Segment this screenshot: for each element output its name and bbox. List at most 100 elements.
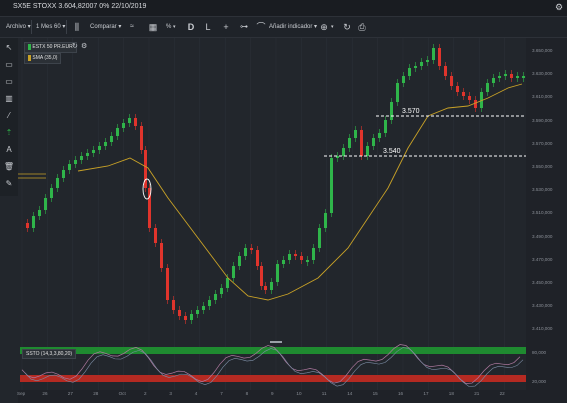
gear-icon[interactable]: ⚙ <box>555 2 563 13</box>
rectangle-icon[interactable]: ▭ <box>3 59 15 70</box>
crosshair-small-icon[interactable]: ≈ <box>125 20 139 34</box>
candle-body <box>44 198 47 210</box>
time-axis-label: 4 <box>194 391 198 396</box>
candle-body <box>184 316 187 320</box>
title-bar: SX5E STOXX 3.604,82007 0% 22/10/2019 ⚙ <box>0 0 567 17</box>
columns-icon[interactable]: ▥ <box>3 93 15 104</box>
time-axis-label: 18 <box>448 391 454 396</box>
main-series-label: ESTX 50 PR.EUR <box>32 44 73 50</box>
percent-button[interactable]: % <box>166 21 171 33</box>
candle-body <box>384 120 387 133</box>
crosshair-icon[interactable]: + <box>220 20 232 34</box>
text-tool-icon[interactable]: A <box>3 144 15 155</box>
candle-body <box>226 278 229 288</box>
candle-body <box>256 250 259 266</box>
grid-icon[interactable]: ▦ <box>146 20 160 34</box>
chevron-down-icon[interactable]: ▾ <box>331 21 334 33</box>
annotation-icon[interactable]: ⊶ <box>238 20 250 34</box>
indicator-icon[interactable]: ⌒ <box>255 20 267 34</box>
trend-icon[interactable]: ⇡ <box>3 127 15 138</box>
trash-icon[interactable]: 🗑 <box>3 161 15 172</box>
time-axis-label: Oct <box>118 391 126 396</box>
candle-body <box>116 128 119 136</box>
candle-body <box>300 256 303 260</box>
price-axis-label: 3.530,000 <box>532 187 553 193</box>
time-axis-label: 2 <box>144 391 147 396</box>
toolbar: Archivo ▾ 1 Mes 60 ▾ ⫼ Comparar ▾ ≈ ▦ % … <box>0 17 567 38</box>
candle-body <box>372 138 375 146</box>
chevron-down-icon[interactable]: ▾ <box>173 21 176 33</box>
price-axis-label: 3.470,000 <box>532 256 553 262</box>
candle-body <box>26 223 29 228</box>
series-color-swatch <box>28 54 31 61</box>
settings-icon[interactable]: ⚙ <box>81 42 87 50</box>
candle-body <box>288 254 291 260</box>
add-indicator-dropdown[interactable]: Añadir indicador ▾ <box>269 21 317 33</box>
line-tool-icon[interactable]: ⁄ <box>3 110 15 121</box>
candle-body <box>414 66 417 68</box>
candle-body <box>172 300 175 310</box>
candle-body <box>396 83 399 102</box>
candle-body <box>294 254 297 256</box>
toolbar-separator <box>66 20 67 34</box>
refresh-icon[interactable]: ↻ <box>341 20 353 34</box>
oversold-band <box>20 375 526 382</box>
candle-body <box>360 130 363 156</box>
pencil-icon[interactable]: ✎ <box>3 178 15 189</box>
d-button[interactable]: D <box>185 20 197 34</box>
price-axis-label: 3.570,000 <box>532 140 553 146</box>
candle-body <box>486 83 489 92</box>
archivo-menu[interactable]: Archivo ▾ <box>6 21 31 33</box>
candle-body <box>498 76 501 78</box>
price-axis-label: 3.510,000 <box>532 210 553 216</box>
chart-application: SX5E STOXX 3.604,82007 0% 22/10/2019 ⚙ A… <box>0 0 567 403</box>
candle-body <box>208 300 211 306</box>
candle-body <box>390 102 393 120</box>
hline-label: 3.570 <box>402 108 420 115</box>
candle-body <box>86 153 89 156</box>
candle-body <box>516 76 519 78</box>
time-axis-label: 28 <box>93 391 99 396</box>
candle-body <box>250 248 253 250</box>
price-axis-label: 3.590,000 <box>532 117 553 123</box>
price-axis-area <box>526 38 567 403</box>
candle-body <box>312 248 315 260</box>
candle-body <box>190 314 193 320</box>
compare-dropdown[interactable]: Comparar ▾ <box>90 21 121 33</box>
time-axis-label: 10 <box>296 391 302 396</box>
interval-dropdown[interactable]: 1 Mes 60 ▾ <box>36 21 65 33</box>
price-axis-label: 3.550,000 <box>532 164 553 169</box>
print-icon[interactable]: ⎙ <box>356 20 368 34</box>
candles-icon[interactable]: ⫼ <box>70 20 84 34</box>
candle-body <box>306 260 309 262</box>
main-series-legend[interactable]: ESTX 50 PR.EUR <box>24 42 77 53</box>
zoom-icon[interactable]: ⊕ <box>318 20 330 34</box>
candle-body <box>342 148 345 156</box>
pointer-icon[interactable]: ↖ <box>3 42 15 53</box>
oscillator-legend[interactable]: SSTO (14,3,3,80,20) <box>22 349 77 359</box>
candle-body <box>318 228 321 248</box>
rectangle-icon[interactable]: ▭ <box>3 76 15 87</box>
candle-body <box>408 68 411 76</box>
candle-body <box>510 74 513 78</box>
price-axis-label: 3.450,000 <box>532 280 553 285</box>
refresh-icon[interactable]: ↻ <box>72 42 78 50</box>
candle-body <box>140 126 143 150</box>
osc-level-label: 80,000 <box>532 350 547 355</box>
price-chart[interactable] <box>18 38 567 403</box>
l-button[interactable]: L <box>203 20 213 34</box>
candle-body <box>178 310 181 316</box>
candle-body <box>270 282 273 290</box>
price-axis-label: 3.630,000 <box>532 71 553 77</box>
candle-body <box>378 133 381 138</box>
candle-body <box>504 74 507 76</box>
sma-legend[interactable]: SMA (35,0) <box>24 53 62 64</box>
candle-body <box>160 243 163 268</box>
price-axis-label: 3.490,000 <box>532 233 553 239</box>
candle-body <box>492 78 495 83</box>
time-axis-label: 15 <box>372 391 378 396</box>
time-axis-label: 27 <box>67 391 73 396</box>
series-color-swatch <box>28 43 31 50</box>
candle-body <box>134 118 137 126</box>
candle-body <box>122 123 125 128</box>
